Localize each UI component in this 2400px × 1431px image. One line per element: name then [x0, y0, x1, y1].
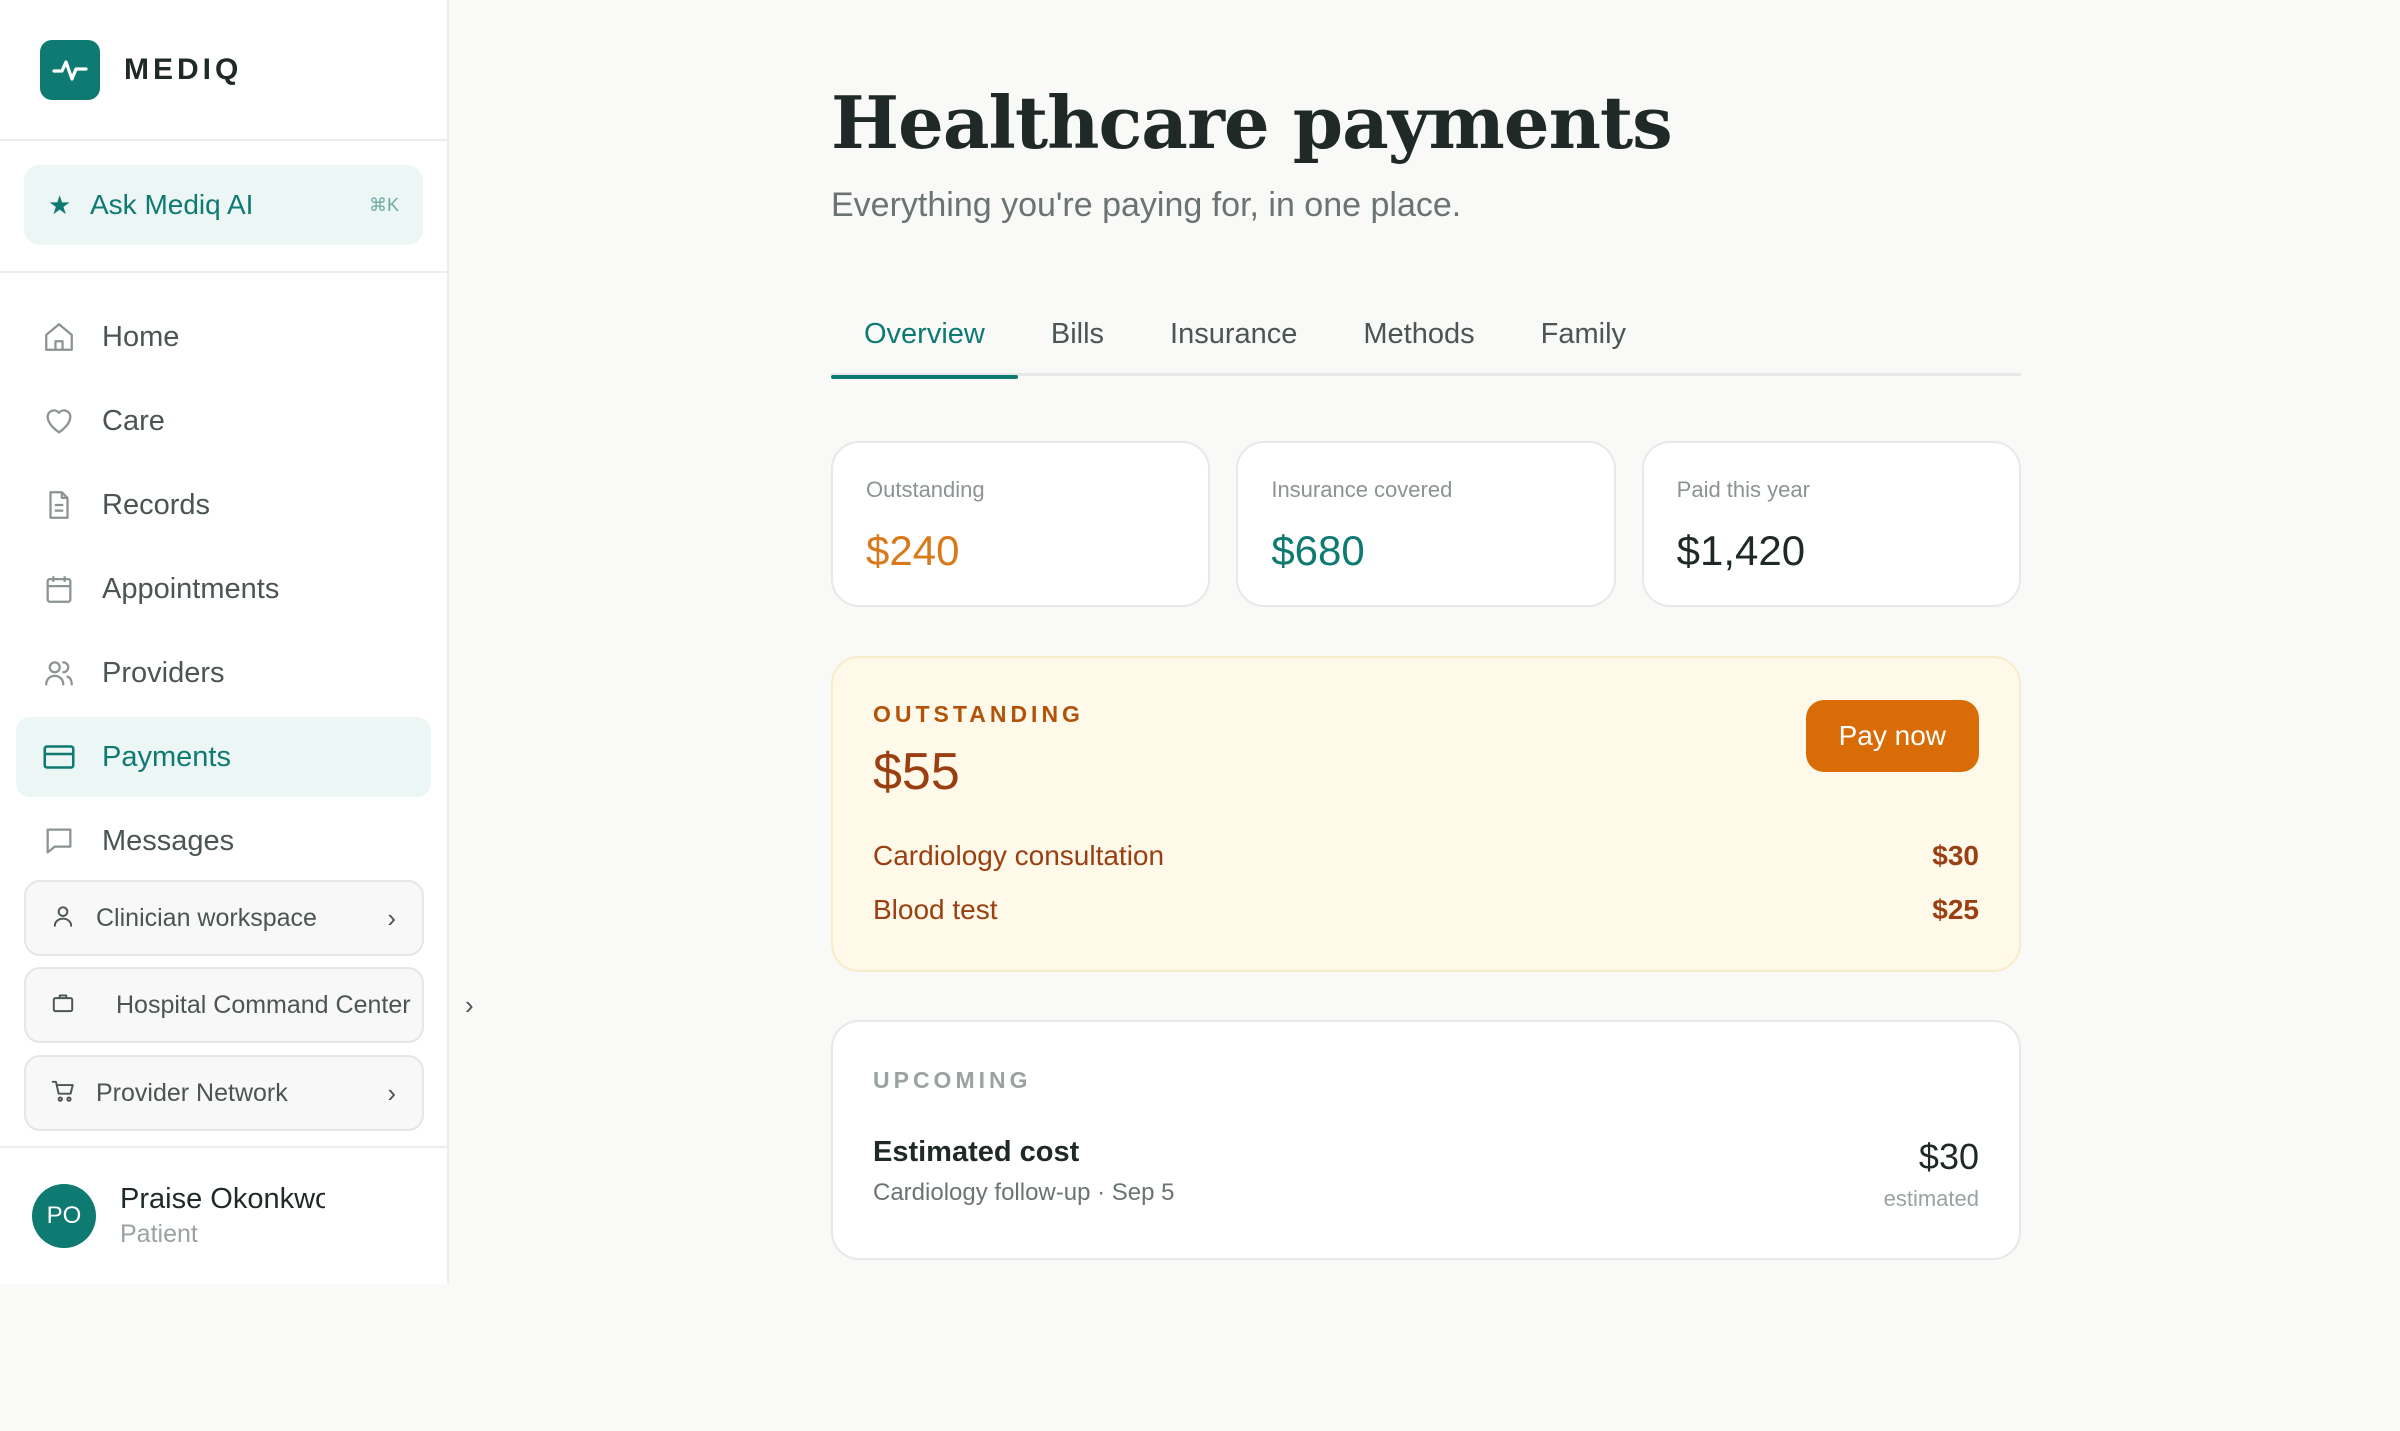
sidebar-nav: Home Care Records Appointments Providers: [0, 273, 447, 881]
upcoming-title: Estimated cost: [873, 1136, 1080, 1168]
users-icon: [40, 654, 78, 692]
tab-bar: Overview Bills Insurance Methods Family: [831, 306, 2021, 379]
workspace-provider-network[interactable]: Provider Network ›: [24, 1055, 424, 1131]
star-icon: ★: [48, 189, 72, 220]
ask-ai-button[interactable]: ★ Ask Mediq AI ⌘K: [24, 165, 423, 245]
stat-card-insurance-covered: Insurance covered $680: [1236, 441, 1616, 607]
upcoming-label: UPCOMING: [873, 1067, 1032, 1093]
outstanding-card: OUTSTANDING $55 Pay now Cardiology consu…: [831, 656, 2021, 972]
ask-ai-section: ★ Ask Mediq AI ⌘K: [0, 141, 447, 273]
sidebar-item-label: Home: [102, 320, 180, 353]
sidebar: MEDIQ ★ Ask Mediq AI ⌘K Home Care Record…: [0, 0, 449, 1284]
chevron-right-icon: ›: [387, 902, 396, 933]
briefcase-icon: [50, 990, 76, 1021]
sidebar-item-care[interactable]: Care: [16, 381, 431, 461]
pulse-logo-icon[interactable]: [40, 39, 100, 100]
sidebar-item-home[interactable]: Home: [16, 297, 431, 377]
sidebar-item-label: Appointments: [102, 572, 280, 605]
workspace-label: Provider Network: [96, 1078, 288, 1107]
tab-insurance[interactable]: Insurance: [1137, 306, 1330, 376]
sidebar-item-appointments[interactable]: Appointments: [16, 549, 431, 629]
upcoming-item[interactable]: Estimated cost Cardiology follow-up · Se…: [873, 1136, 1979, 1212]
tab-family[interactable]: Family: [1508, 306, 1659, 376]
stat-value: $680: [1271, 527, 1365, 574]
sidebar-item-records[interactable]: Records: [16, 465, 431, 545]
heart-icon: [40, 402, 78, 440]
ask-ai-label: Ask Mediq AI: [90, 189, 254, 220]
brand: MEDIQ: [0, 0, 447, 141]
pay-now-button[interactable]: Pay now: [1805, 700, 1979, 772]
page-subtitle: Everything you're paying for, in one pla…: [831, 186, 1462, 224]
page-title: Healthcare payments: [831, 80, 1673, 165]
workspace-clinician[interactable]: Clinician workspace ›: [24, 880, 424, 956]
list-item: Cardiology consultation $30: [873, 840, 1979, 872]
sidebar-item-providers[interactable]: Providers: [16, 633, 431, 713]
tab-overview[interactable]: Overview: [831, 306, 1018, 379]
person-icon: [50, 903, 76, 934]
upcoming-card: UPCOMING Estimated cost Cardiology follo…: [831, 1020, 2021, 1260]
upcoming-amount: $30: [1918, 1136, 1979, 1177]
sidebar-item-label: Messages: [102, 824, 235, 857]
stat-card-paid-this-year: Paid this year $1,420: [1641, 441, 2021, 607]
home-icon: [40, 318, 78, 356]
upcoming-note: estimated: [1883, 1186, 1979, 1211]
item-amount: $30: [1932, 840, 1979, 871]
outstanding-items: Cardiology consultation $30 Blood test $…: [873, 840, 1979, 926]
sidebar-item-label: Records: [102, 488, 210, 521]
chevron-right-icon: ›: [387, 1077, 396, 1108]
sidebar-item-label: Providers: [102, 656, 225, 689]
item-name: Blood test: [873, 894, 998, 925]
user-profile[interactable]: PO Praise Okonkwo Patient: [0, 1146, 447, 1284]
sidebar-item-payments[interactable]: Payments: [16, 717, 431, 797]
stat-value: $1,420: [1676, 527, 1806, 574]
chevron-right-icon[interactable]: ›: [465, 990, 474, 1021]
user-info: Praise Okonkwo Patient: [120, 1183, 325, 1249]
upcoming-detail: Cardiology follow-up · Sep 5: [873, 1179, 1175, 1206]
credit-card-icon: [40, 738, 78, 776]
stat-card-outstanding: Outstanding $240: [831, 441, 1211, 607]
tab-methods[interactable]: Methods: [1330, 306, 1507, 376]
keyboard-shortcut: ⌘K: [368, 194, 399, 215]
item-name: Cardiology consultation: [873, 840, 1165, 871]
document-icon: [40, 486, 78, 524]
stat-label: Outstanding: [866, 477, 985, 502]
list-item: Blood test $25: [873, 894, 1979, 926]
user-name: Praise Okonkwo: [120, 1183, 325, 1215]
stats-row: Outstanding $240 Insurance covered $680 …: [831, 441, 2021, 607]
item-amount: $25: [1932, 894, 1979, 925]
tab-bills[interactable]: Bills: [1018, 306, 1137, 376]
message-icon: [40, 822, 78, 860]
workspace-label: Hospital Command Center: [116, 990, 411, 1019]
stat-value: $240: [866, 527, 960, 574]
workspace-label: Clinician workspace: [96, 903, 317, 932]
cart-icon: [50, 1078, 76, 1109]
sidebar-item-messages[interactable]: Messages: [16, 801, 431, 881]
workspace-hospital-command-center[interactable]: Hospital Command Center: [24, 967, 424, 1043]
calendar-icon: [40, 570, 78, 608]
sidebar-item-label: Payments: [102, 740, 231, 773]
stat-label: Paid this year: [1676, 477, 1810, 502]
user-role: Patient: [120, 1220, 198, 1248]
avatar: PO: [32, 1184, 96, 1248]
sidebar-item-label: Care: [102, 404, 165, 437]
brand-name: MEDIQ: [124, 52, 243, 86]
stat-label: Insurance covered: [1271, 477, 1453, 502]
